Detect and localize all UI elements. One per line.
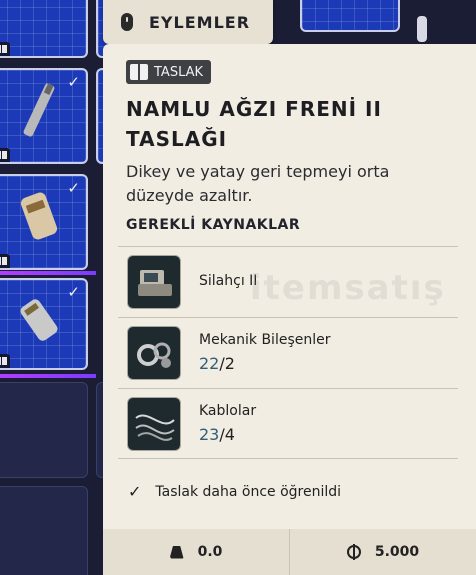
item-muzzle-brake-icon bbox=[20, 299, 58, 341]
item-barrel-icon bbox=[23, 83, 55, 137]
blueprint-icon bbox=[0, 42, 10, 56]
owned-check-icon: ✓ bbox=[67, 179, 80, 197]
book-icon bbox=[130, 64, 148, 80]
item-tooltip: TASLAK NAMLU AĞZI FRENİ II TASLAĞI Dikey… bbox=[103, 44, 476, 575]
inventory-slot[interactable]: ✓ bbox=[0, 278, 88, 370]
owned-check-icon: ✓ bbox=[67, 283, 80, 301]
learned-text: Taslak daha önce öğrenildi bbox=[155, 483, 342, 500]
weight-icon bbox=[169, 545, 184, 559]
inventory-slot[interactable]: ✓ bbox=[0, 68, 88, 164]
mouse-icon bbox=[121, 13, 133, 31]
item-description: Dikey ve yatay geri tepmeyi orta düzeyde… bbox=[126, 162, 390, 205]
actions-tab[interactable]: EYLEMLER bbox=[103, 0, 273, 44]
cables-icon bbox=[127, 397, 181, 451]
resource-quantity: 23/4 bbox=[199, 425, 235, 444]
owned-count: 23 bbox=[199, 425, 220, 444]
actions-label: EYLEMLER bbox=[149, 12, 251, 32]
required-count: 2 bbox=[224, 354, 235, 373]
owned-count: 22 bbox=[199, 354, 220, 373]
blueprint-badge: TASLAK bbox=[126, 60, 212, 84]
coin-icon bbox=[346, 544, 361, 560]
required-resources-heading: GEREKLİ KAYNAKLAR bbox=[126, 217, 301, 233]
inventory-slot[interactable] bbox=[300, 0, 400, 32]
inventory-slot[interactable]: ✓ bbox=[0, 174, 88, 270]
badge-label: TASLAK bbox=[154, 64, 204, 80]
rarity-bar bbox=[0, 271, 96, 275]
rarity-bar bbox=[0, 374, 96, 378]
required-count: 4 bbox=[224, 425, 235, 444]
inventory-slot-empty[interactable] bbox=[0, 382, 88, 478]
weight-value: 0.0 bbox=[197, 544, 223, 560]
check-icon: ✓ bbox=[128, 482, 142, 501]
weight-cell: 0.0 bbox=[103, 529, 289, 575]
item-title: NAMLU AĞZI FRENİ II TASLAĞI bbox=[126, 94, 456, 154]
resource-name: Mekanik Bileşenler bbox=[199, 332, 331, 348]
blueprint-icon bbox=[0, 254, 10, 268]
item-grip-icon bbox=[20, 192, 58, 240]
learned-status: ✓ Taslak daha önce öğrenildi bbox=[128, 482, 341, 501]
resource-quantity: 22/2 bbox=[199, 354, 235, 373]
price-value: 5.000 bbox=[374, 544, 420, 560]
gears-icon bbox=[127, 326, 181, 380]
blueprint-icon bbox=[0, 354, 10, 368]
inventory-slot-empty[interactable] bbox=[0, 486, 88, 575]
item-footer: 0.0 5.000 bbox=[103, 529, 476, 575]
resource-list: Silahçı II Mekanik Bileşenler 22/2 Kablo… bbox=[118, 246, 458, 459]
scrollbar-thumb[interactable] bbox=[417, 16, 427, 42]
item-title-line: NAMLU AĞZI FRENİ II bbox=[126, 97, 382, 121]
resource-row: Silahçı II bbox=[118, 246, 458, 317]
workbench-icon bbox=[127, 255, 181, 309]
price-cell: 5.000 bbox=[289, 529, 476, 575]
owned-check-icon: ✓ bbox=[67, 73, 80, 91]
inventory-slot[interactable] bbox=[0, 0, 88, 58]
resource-name: Kablolar bbox=[199, 403, 257, 419]
resource-row: Mekanik Bileşenler 22/2 bbox=[118, 317, 458, 388]
blueprint-icon bbox=[0, 148, 10, 162]
item-title-line: TASLAĞI bbox=[126, 127, 228, 151]
resource-row: Kablolar 23/4 bbox=[118, 388, 458, 459]
resource-name: Silahçı II bbox=[199, 273, 258, 289]
